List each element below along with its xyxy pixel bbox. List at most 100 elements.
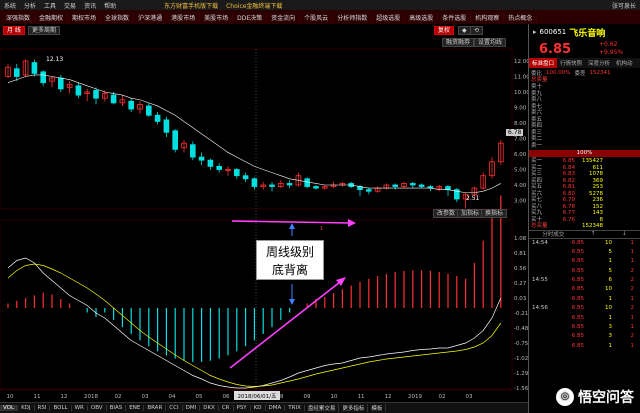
category-tab[interactable]: 沪深港通 [134,12,168,22]
menu-analysis[interactable]: 分析 [24,1,36,10]
tick-time [532,332,556,341]
tick-row: 6.85 1 1 [529,295,640,304]
menu-help[interactable]: 帮助 [104,1,116,10]
indicator-tab[interactable]: WR [72,405,88,411]
arrow-icon[interactable]: ▸ [533,28,537,36]
tick-volume: 1 [608,258,613,265]
menu-trade[interactable]: 交易 [64,1,76,10]
tick-time [532,314,556,323]
watermark-text: 悟空问答 [578,390,634,406]
indicator-tab[interactable]: VOL [0,405,19,411]
tick-price: 6.85 [571,239,584,246]
category-tab[interactable]: 深强指数 [2,12,36,22]
indicator-tab[interactable]: TRIX [285,405,305,411]
indicator-tab[interactable]: 盘经累交易 [305,404,340,412]
indicator-tab[interactable]: KD [251,405,266,411]
bid-ratio-bar: 100% [529,150,640,157]
tab-standard[interactable]: 标准盘口 [529,58,558,68]
category-tab[interactable]: 高级选股 [405,12,439,22]
macd-params-button[interactable]: 改参数 [433,209,460,218]
tab-snapshot[interactable]: 行情快照 [557,58,585,68]
tick-row: 6.85 1 1 [529,314,640,323]
menu-tools[interactable]: 工具 [44,1,56,10]
indicator-tab[interactable]: PSY [234,405,251,411]
indicator-tab[interactable]: BRAR [144,405,167,411]
tick-time [532,257,556,266]
category-tab[interactable]: 机构观察 [471,12,505,22]
indicator-tab[interactable]: ENE [126,405,145,411]
tick-row: 14:54 6.85 10 1 [529,239,640,248]
category-tab[interactable]: 分析师指数 [333,12,373,22]
price-axis-label: 5.00 [514,168,527,174]
category-tab[interactable]: 个股风云 [300,12,334,22]
ma-settings-button[interactable]: 设置均线 [474,38,507,47]
category-tab[interactable]: 港股市场 [167,12,201,22]
category-tab[interactable]: 美股市场 [200,12,234,22]
time-axis-label: 03 [466,394,473,400]
price-axis-label: 9.00 [514,106,527,112]
user-name[interactable]: 张可泉长 [612,1,636,10]
indicator-tab[interactable]: KDJ [18,405,35,411]
promo-mobile-link[interactable]: 东方财富手机版下载 [164,1,218,10]
category-tab[interactable]: 期权市场 [68,12,102,22]
tick-time [532,285,556,294]
quote-tabs: 标准盘口 行情快照 深度分析 机构动 [529,58,640,68]
macd-axis-label: -0.48 [514,326,528,332]
category-tab[interactable]: 条件选股 [438,12,472,22]
macd-axis-label: 0.56 [514,266,527,272]
candle-body [233,169,240,177]
candle-body [207,159,214,167]
tick-volume: 1 [608,295,613,302]
indicator-tab[interactable]: DKX [200,405,219,411]
tab-depth[interactable]: 深度分析 [585,58,613,68]
menu-news[interactable]: 资讯 [84,1,96,10]
buy-total-label: 总买量 [531,223,548,229]
share-icon[interactable]: ⟲ [470,26,484,35]
indicator-tab[interactable]: RSI [35,405,51,411]
diff-label: 委差 [574,70,586,77]
candle-body [445,186,451,191]
indicator-tab[interactable]: DMI [183,405,201,411]
menu-system[interactable]: 系统 [4,1,16,10]
more-periods-button[interactable]: 更多周期 [28,26,61,35]
category-tab[interactable]: 超级选股 [372,12,406,22]
tab-institution[interactable]: 机构动 [613,58,636,68]
ticks-up-icon[interactable]: ↑ [591,231,596,237]
margin-button[interactable]: 融资融券 [442,38,475,47]
indicator-tab[interactable]: CCI [166,405,183,411]
time-axis-label: 05 [196,394,203,400]
tick-row: 6.85 5 1 [529,248,640,257]
restore-button[interactable]: 复权 [434,26,455,35]
category-tab[interactable]: 热点概念 [504,12,538,22]
price-divergence-arrow [231,220,351,224]
indicator-tab[interactable]: BIAS [107,405,127,411]
period-button[interactable]: 月 线 [3,26,25,35]
indicator-tab[interactable]: BOLL [50,405,72,411]
candle-body [154,114,161,122]
macd-switch-button[interactable]: 换指标 [481,209,508,218]
time-axis-label: 11 [358,394,365,400]
time-axis-label: 04 [169,394,176,400]
promo-choice-link[interactable]: Choice金融终端下载 [226,1,282,10]
tick-price: 6.85 [571,286,584,293]
candle-body [128,100,135,110]
category-tab[interactable]: DDE决策 [233,12,268,22]
indicator-tab[interactable]: CR [219,405,234,411]
ticks-down-icon[interactable]: ↓ [622,231,627,237]
tick-count: 1 [630,324,635,331]
indicator-tab[interactable]: OBV [88,405,107,411]
category-tab[interactable]: 全球指数 [101,12,135,22]
wechat-icon[interactable]: ◆ [458,26,471,35]
menu-bar: 系统 分析 工具 交易 资讯 帮助 东方财富手机版下载 Choice金融终端下载… [0,0,640,10]
tab-ticks[interactable]: 分时成交 [542,230,564,238]
macd-axis-label: 0.81 [514,251,526,257]
macd-axis-label: -0.21 [514,311,528,317]
category-tab[interactable]: 金融期权 [35,12,69,22]
macd-axis-label: -1.02 [514,356,528,362]
indicator-tab[interactable]: 模板 [368,404,387,412]
indicator-tab[interactable]: 更多指标 [339,404,369,412]
indicator-tab[interactable]: DMA [266,405,286,411]
category-tab[interactable]: 资金流向 [267,12,301,22]
candle-body [172,130,179,150]
macd-add-button[interactable]: 加指标 [457,209,484,218]
